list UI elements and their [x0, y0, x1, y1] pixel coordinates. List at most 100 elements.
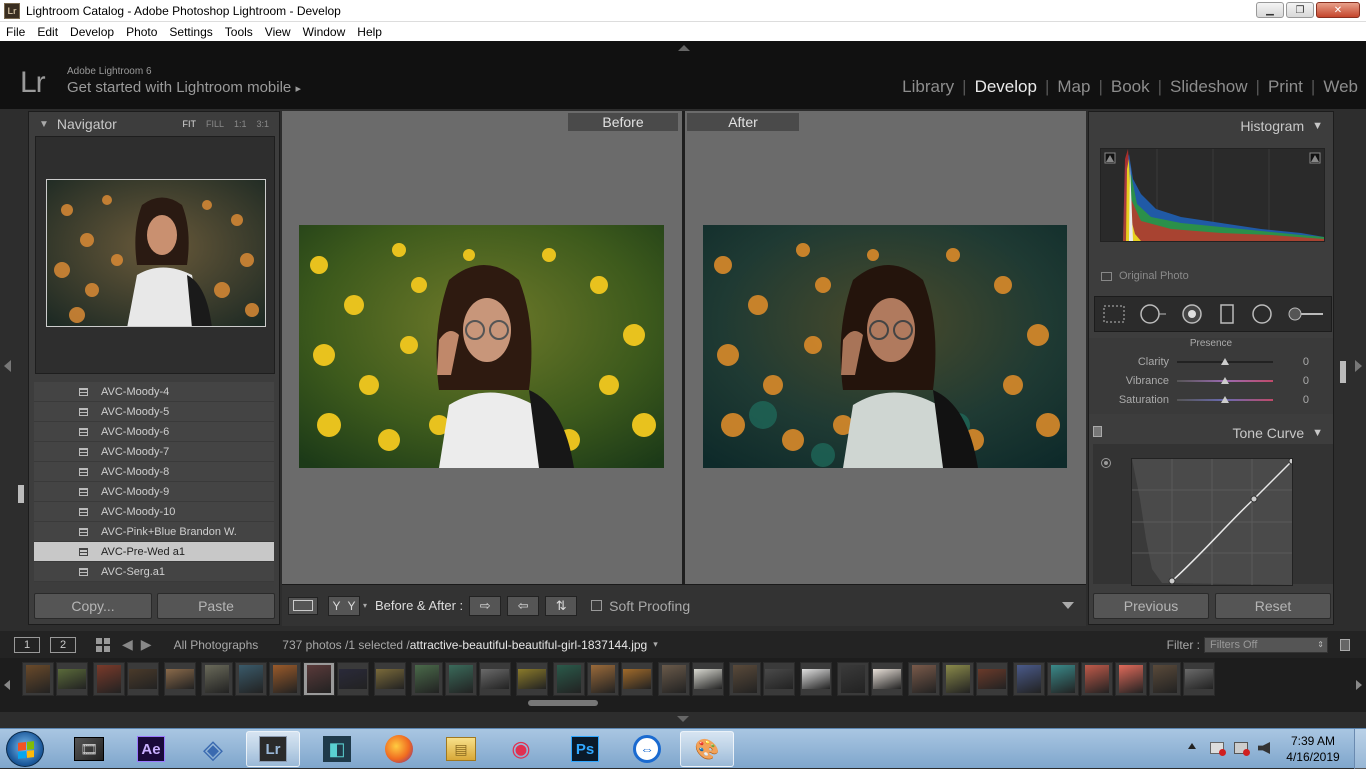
- red-eye-icon[interactable]: [1180, 303, 1204, 325]
- saturation-knob[interactable]: [1221, 396, 1229, 403]
- taskbar-teamviewer[interactable]: ⇔: [620, 731, 674, 767]
- adjustment-brush-icon[interactable]: [1287, 303, 1325, 325]
- right-scrollbar-thumb[interactable]: [1340, 361, 1346, 383]
- taskbar-clock[interactable]: 7:39 AM 4/16/2019: [1282, 733, 1344, 765]
- filmstrip-thumbnail[interactable]: [553, 662, 585, 696]
- start-button[interactable]: [6, 731, 44, 767]
- filmstrip-thumbnail[interactable]: [374, 662, 406, 696]
- filmstrip-thumbnail[interactable]: [1013, 662, 1045, 696]
- filter-lock-icon[interactable]: [1340, 638, 1350, 651]
- forward-arrow-icon[interactable]: ▶: [141, 636, 152, 653]
- menu-window[interactable]: Window: [297, 25, 352, 39]
- filmstrip-thumbnail[interactable]: [763, 662, 795, 696]
- collapse-triangle-icon[interactable]: ▼: [39, 119, 49, 130]
- grid-view-icon[interactable]: [96, 637, 110, 652]
- reset-button[interactable]: Reset: [1215, 593, 1331, 619]
- filmstrip-thumbnail[interactable]: [1047, 662, 1079, 696]
- filmstrip-thumbnail[interactable]: [621, 662, 653, 696]
- filmstrip-thumbnail[interactable]: [1149, 662, 1181, 696]
- filmstrip-thumbnail[interactable]: [445, 662, 477, 696]
- copy-settings-button[interactable]: Copy...: [34, 593, 152, 619]
- action-center-flag-icon[interactable]: [1210, 742, 1226, 756]
- navigator-header[interactable]: ▼ Navigator FIT FILL 1:1 3:1: [29, 112, 281, 136]
- collapse-top-panel-icon[interactable]: [678, 45, 690, 51]
- filter-select[interactable]: Filters Off ⇕: [1204, 636, 1328, 653]
- preset-item[interactable]: AVC-Moody-10: [34, 502, 274, 522]
- copy-before-to-after-button[interactable]: ⇨: [469, 595, 502, 616]
- module-map[interactable]: Map: [1049, 77, 1098, 97]
- taskbar-paint[interactable]: 🎨: [680, 731, 734, 767]
- targeted-adjustment-icon[interactable]: [1101, 458, 1111, 468]
- close-button[interactable]: ✕: [1316, 2, 1360, 18]
- clarity-slider[interactable]: Clarity 0: [1089, 353, 1333, 371]
- filmstrip-thumbnail[interactable]: [976, 662, 1008, 696]
- saturation-value[interactable]: 0: [1303, 394, 1309, 406]
- taskbar-movie-maker[interactable]: 🎞: [62, 731, 116, 767]
- taskbar-firefox[interactable]: ●: [372, 731, 426, 767]
- original-photo-checkbox[interactable]: [1101, 271, 1112, 281]
- copy-after-to-before-button[interactable]: ⇦: [507, 595, 540, 616]
- navigator-preview[interactable]: [35, 136, 275, 374]
- filmstrip-thumbnail[interactable]: [729, 662, 761, 696]
- tone-curve-header[interactable]: Tone Curve ▼: [1089, 422, 1333, 444]
- filmstrip-thumbnail[interactable]: [269, 662, 301, 696]
- navigator-thumbnail[interactable]: [46, 179, 266, 327]
- collapse-filmstrip-icon[interactable]: [677, 716, 689, 722]
- lightroom-mobile-link[interactable]: Get started with Lightroom mobile ▸: [67, 79, 301, 96]
- filmstrip-thumbnail[interactable]: [908, 662, 940, 696]
- graduated-filter-icon[interactable]: [1217, 303, 1237, 325]
- vibrance-value[interactable]: 0: [1303, 375, 1309, 387]
- filmstrip-thumbnail[interactable]: [411, 662, 443, 696]
- before-after-view-button[interactable]: Y Y: [328, 595, 360, 616]
- collapse-left-panel-icon[interactable]: [4, 360, 11, 372]
- zoom-1-1[interactable]: 1:1: [234, 119, 247, 129]
- filmstrip-thumbnail[interactable]: [93, 662, 125, 696]
- filmstrip-thumbnail[interactable]: [479, 662, 511, 696]
- show-desktop-button[interactable]: [1354, 729, 1366, 769]
- taskbar-filmora[interactable]: ◧: [310, 731, 364, 767]
- maximize-button[interactable]: ❐: [1286, 2, 1314, 18]
- current-filename[interactable]: attractive-beautiful-beautiful-girl-1837…: [410, 638, 647, 652]
- preset-item[interactable]: AVC-Moody-7: [34, 442, 274, 462]
- filmstrip-left-arrow-icon[interactable]: [4, 680, 10, 690]
- loupe-view-button[interactable]: [288, 596, 318, 615]
- filmstrip-right-arrow-icon[interactable]: [1356, 680, 1362, 690]
- preset-item[interactable]: AVC-Serg.a1: [34, 562, 274, 582]
- taskbar-network-app[interactable]: ◈: [186, 731, 240, 767]
- collapse-triangle-icon[interactable]: ▼: [1312, 427, 1323, 439]
- filmstrip-thumbnail[interactable]: [56, 662, 88, 696]
- menu-help[interactable]: Help: [351, 25, 388, 39]
- network-status-icon[interactable]: [1234, 742, 1250, 756]
- filmstrip-thumbnail-selected[interactable]: [303, 662, 335, 696]
- filmstrip-source[interactable]: All Photographs: [174, 638, 259, 652]
- filmstrip-thumbnail[interactable]: [337, 662, 369, 696]
- collapse-right-panel-icon[interactable]: [1355, 360, 1362, 372]
- panel-switch-icon[interactable]: [1093, 426, 1102, 437]
- zoom-3-1[interactable]: 3:1: [256, 119, 269, 129]
- module-print[interactable]: Print: [1260, 77, 1311, 97]
- filmstrip-thumbnail[interactable]: [587, 662, 619, 696]
- taskbar-file-explorer[interactable]: ▤: [434, 731, 488, 767]
- menu-tools[interactable]: Tools: [219, 25, 259, 39]
- histogram-graph[interactable]: [1100, 148, 1325, 242]
- zoom-fill[interactable]: FILL: [206, 119, 224, 129]
- menu-edit[interactable]: Edit: [31, 25, 64, 39]
- filmstrip-thumbnail[interactable]: [22, 662, 54, 696]
- tone-curve-graph[interactable]: [1131, 457, 1296, 586]
- vibrance-knob[interactable]: [1221, 377, 1229, 384]
- filmstrip-thumbnail[interactable]: [942, 662, 974, 696]
- volume-icon[interactable]: [1258, 742, 1270, 754]
- filmstrip-thumbnail[interactable]: [164, 662, 196, 696]
- after-image[interactable]: [703, 225, 1067, 468]
- paste-settings-button[interactable]: Paste: [157, 593, 275, 619]
- preset-item[interactable]: AVC-Pink+Blue Brandon W.: [34, 522, 274, 542]
- swap-before-after-button[interactable]: ⇅: [545, 595, 578, 616]
- secondary-window-button[interactable]: 2: [50, 636, 76, 653]
- filmstrip-thumbnail[interactable]: [1081, 662, 1113, 696]
- filmstrip-thumbnail[interactable]: [692, 662, 724, 696]
- previous-settings-button[interactable]: Previous: [1093, 593, 1209, 619]
- filmstrip-thumbnail[interactable]: [516, 662, 548, 696]
- filmstrip-thumbnail[interactable]: [871, 662, 903, 696]
- filmstrip-thumbnail[interactable]: [235, 662, 267, 696]
- preset-item[interactable]: AVC-Moody-9: [34, 482, 274, 502]
